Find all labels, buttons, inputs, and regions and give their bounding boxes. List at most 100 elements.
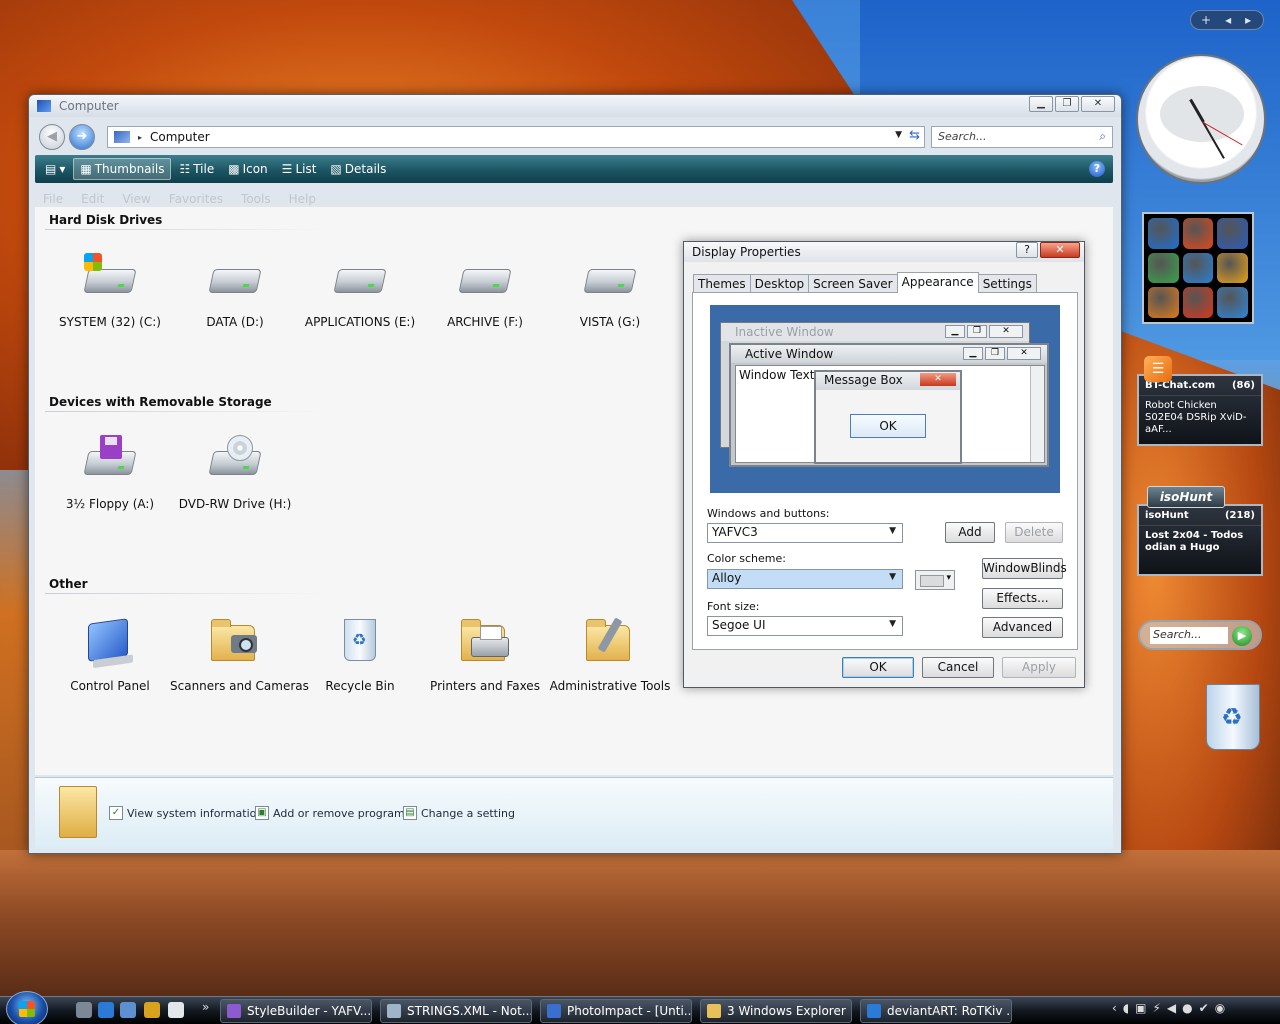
tray-app-icon[interactable]: ◉: [1215, 1001, 1225, 1015]
search-go-icon[interactable]: ▶: [1232, 626, 1252, 646]
feed-text[interactable]: Robot Chicken S02E04 DSRip XviD-aAF...: [1139, 396, 1261, 440]
tab-appearance[interactable]: Appearance: [896, 272, 979, 293]
other-item[interactable]: Recycle Bin: [295, 617, 425, 693]
internet-explorer-icon: [867, 1004, 881, 1018]
security-icon[interactable]: ✔: [1199, 1001, 1209, 1015]
drive-item[interactable]: VISTA (G:): [545, 253, 675, 329]
dialog-close-button[interactable]: ✕: [1040, 242, 1080, 258]
speaker-icon[interactable]: ◖: [1123, 1001, 1129, 1015]
show-desktop-icon[interactable]: [76, 1002, 92, 1018]
drive-item[interactable]: SYSTEM (32) (C:): [45, 253, 175, 329]
refresh-icon[interactable]: ⇆: [909, 128, 920, 143]
view-icon-button[interactable]: ▩ Icon: [222, 159, 273, 179]
task-add-remove-programs[interactable]: ▣ Add or remove programs: [255, 806, 411, 820]
explorer-titlebar[interactable]: Computer: [29, 95, 1121, 117]
drive-item[interactable]: APPLICATIONS (E:): [295, 253, 425, 329]
taskbar-button-photoimpact[interactable]: PhotoImpact - [Unti...: [540, 999, 692, 1023]
back-button[interactable]: ◀: [39, 124, 65, 150]
maximize-button[interactable]: ❐: [1055, 96, 1079, 112]
search-icon[interactable]: ⌕: [1099, 129, 1106, 144]
help-icon[interactable]: ?: [1089, 161, 1105, 177]
removable-item[interactable]: 3½ Floppy (A:): [45, 435, 175, 511]
image-viewer-icon[interactable]: [1217, 252, 1248, 284]
tab-screen-saver[interactable]: Screen Saver: [808, 274, 898, 292]
drive-item[interactable]: ARCHIVE (F:): [420, 253, 550, 329]
other-item[interactable]: Control Panel: [45, 617, 175, 693]
apply-button[interactable]: Apply: [1002, 657, 1076, 678]
search-input[interactable]: Search... ⌕: [931, 126, 1113, 148]
previous-icon[interactable]: ◂: [1225, 13, 1231, 27]
delete-button[interactable]: Delete: [1005, 522, 1063, 543]
add-button[interactable]: Add: [945, 522, 995, 543]
cancel-button[interactable]: Cancel: [922, 657, 994, 678]
tab-desktop[interactable]: Desktop: [749, 274, 810, 292]
address-dropdown-icon[interactable]: ▼: [895, 130, 902, 140]
app-blue-icon[interactable]: [1217, 218, 1248, 249]
menu-tools[interactable]: Tools: [241, 192, 271, 206]
other-item[interactable]: Administrative Tools: [545, 617, 675, 693]
feed-gadget-isohunt[interactable]: isoHunt (218) Lost 2x04 - Todos odian a H…: [1137, 504, 1263, 576]
internet-explorer-icon[interactable]: [1148, 218, 1179, 249]
breadcrumb-arrow-icon[interactable]: ▸: [138, 133, 142, 142]
tab-themes[interactable]: Themes: [693, 274, 751, 292]
windows-buttons-select[interactable]: YAFVC3 ▼: [707, 523, 903, 543]
advanced-button[interactable]: Advanced: [982, 617, 1063, 638]
forward-button[interactable]: ➜: [69, 124, 95, 150]
font-size-select[interactable]: Segoe UI ▼: [707, 616, 903, 636]
taskbar-button-notepad[interactable]: STRINGS.XML - Not...: [380, 999, 532, 1023]
feed-text[interactable]: Lost 2x04 - Todos odian a Hugo: [1139, 526, 1261, 558]
add-gadget-icon[interactable]: +: [1201, 13, 1211, 27]
taskbar-button-stylebuilder[interactable]: StyleBuilder - YAFV...: [220, 999, 372, 1023]
taskbar-button-explorer-group[interactable]: 3 Windows Explorer ▼: [700, 999, 852, 1023]
address-bar[interactable]: ▸ Computer ▼ ⇆: [107, 126, 925, 148]
power-icon[interactable]: ⚡: [1152, 1001, 1160, 1015]
removable-item[interactable]: DVD-RW Drive (H:): [170, 435, 300, 511]
app-quicklaunch-icon[interactable]: [144, 1002, 160, 1018]
close-button[interactable]: ✕: [1081, 96, 1115, 112]
globe-icon[interactable]: [1217, 287, 1248, 318]
quicklaunch-more-icon[interactable]: »: [202, 1000, 209, 1014]
network-icon[interactable]: ▣: [1135, 1001, 1146, 1015]
view-details-button[interactable]: ▧ Details: [324, 159, 392, 179]
task-view-system-info[interactable]: ✓ View system information: [109, 806, 263, 820]
menu-view[interactable]: View: [122, 192, 150, 206]
gadget-search-input[interactable]: Search...: [1150, 627, 1228, 644]
tab-settings[interactable]: Settings: [977, 274, 1037, 292]
view-tile-button[interactable]: ☷ Tile: [173, 159, 220, 179]
start-button[interactable]: [6, 991, 48, 1024]
menu-favorites[interactable]: Favorites: [169, 192, 223, 206]
clock-gadget[interactable]: [1136, 54, 1266, 184]
tray-arrow-icon[interactable]: ◀: [1167, 1001, 1176, 1015]
task-change-setting[interactable]: ▤ Change a setting: [403, 806, 515, 820]
view-thumbnails-button[interactable]: ▦ Thumbnails: [73, 158, 172, 180]
color-scheme-select[interactable]: Alloy ▼: [707, 569, 903, 589]
next-icon[interactable]: ▸: [1245, 13, 1251, 27]
taskbar-button-deviantart[interactable]: deviantART: RoTKiv ...: [860, 999, 1012, 1023]
eject-icon[interactable]: [168, 1002, 184, 1018]
tools-icon[interactable]: [1148, 287, 1179, 318]
fire-icon[interactable]: [1182, 287, 1214, 318]
app-feather-icon[interactable]: [1148, 252, 1179, 284]
other-item[interactable]: Printers and Faxes: [420, 617, 550, 693]
color-picker-button[interactable]: [915, 570, 955, 590]
menu-edit[interactable]: Edit: [81, 192, 104, 206]
switch-windows-icon[interactable]: [120, 1002, 136, 1018]
other-item[interactable]: Scanners and Cameras: [170, 617, 309, 693]
tray-expand-icon[interactable]: ‹: [1112, 1001, 1117, 1015]
desktop-recycle-bin-icon[interactable]: [1206, 684, 1260, 750]
effects-button[interactable]: Effects...: [982, 588, 1063, 609]
drive-item[interactable]: DATA (D:): [170, 253, 300, 329]
internet-explorer-icon[interactable]: [98, 1002, 114, 1018]
messenger-icon[interactable]: ●: [1182, 1001, 1192, 1015]
windowblinds-button[interactable]: WindowBlinds: [982, 558, 1067, 579]
app-red-icon[interactable]: [1182, 218, 1214, 249]
camera-icon[interactable]: [1182, 252, 1214, 284]
minimize-button[interactable]: ▁: [1029, 96, 1053, 112]
dialog-help-button[interactable]: ?: [1016, 242, 1038, 258]
menu-file[interactable]: File: [43, 192, 63, 206]
feed-gadget-btchat[interactable]: BT-Chat.com (86) Robot Chicken S02E04 DSR…: [1137, 374, 1263, 446]
menu-help[interactable]: Help: [289, 192, 316, 206]
view-list-button[interactable]: ☰ List: [276, 159, 323, 179]
ok-button[interactable]: OK: [842, 657, 914, 678]
organize-button[interactable]: ▤ ▾: [39, 159, 71, 179]
